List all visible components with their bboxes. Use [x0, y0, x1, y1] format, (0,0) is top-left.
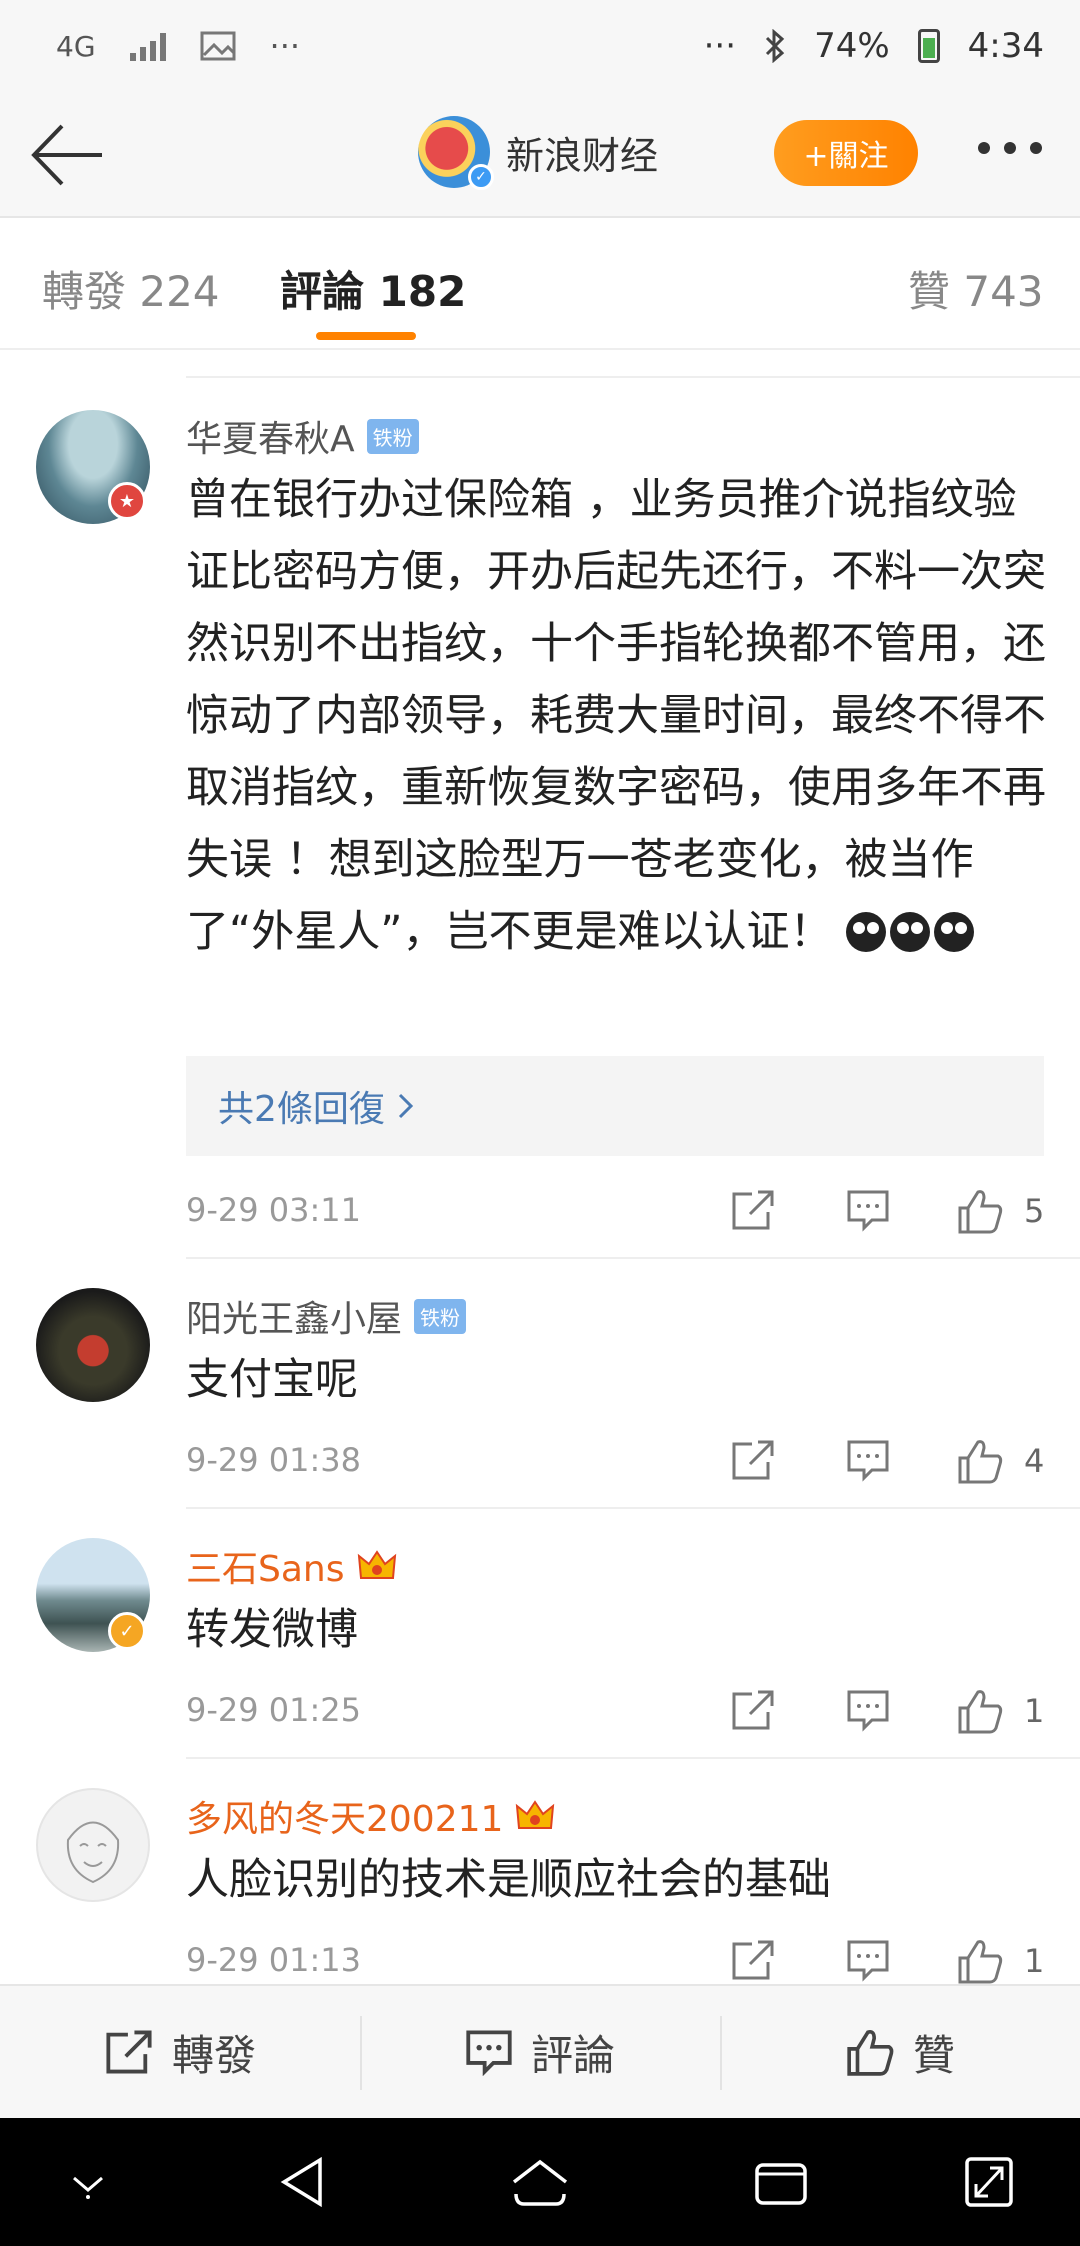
signal-icon: [129, 31, 166, 61]
like-count: 1: [1024, 1692, 1045, 1730]
comment-text: 人脸识别的技术是顺应社会的基础: [186, 1855, 831, 1905]
status-bar: 4G ··· ··· 74% 4:34: [0, 0, 1080, 92]
verified-icon: ✓: [108, 1612, 146, 1650]
view-replies-button[interactable]: 共2條回復: [186, 1056, 1044, 1156]
top-nav-bar: ✓ 新浪财经 +關注: [0, 92, 1080, 218]
comment-text-body: 曾在银行办过保险箱 ，业务员推介说指纹验证比密码方便，开办后起先还行，不料一次突…: [186, 475, 1046, 957]
commenter-name-text[interactable]: 三石Sans: [186, 1540, 345, 1592]
comment-time: 9-29 03:11: [186, 1191, 362, 1229]
avatar[interactable]: [36, 1788, 150, 1902]
tab-reposts[interactable]: 轉發 224: [42, 258, 220, 319]
tab-bar: 轉發 224 評論 182 贊 743: [0, 218, 1080, 350]
back-triangle-icon[interactable]: [278, 2156, 326, 2208]
reply-icon[interactable]: [846, 1438, 890, 1482]
system-navigation-bar: [0, 2118, 1080, 2246]
comment-meta: 9-29 03:11 5: [186, 1180, 1044, 1240]
commenter-name[interactable]: 三石Sans: [186, 1540, 397, 1592]
comment-label: 評論: [530, 2030, 615, 2080]
battery-icon: [917, 29, 940, 63]
crying-emoji-icon: [846, 912, 887, 952]
commenter-name[interactable]: 华夏春秋A 铁粉: [186, 410, 419, 462]
follow-label: +關注: [803, 139, 889, 174]
comment-meta: 9-29 01:25 1: [186, 1680, 1044, 1740]
tab-likes[interactable]: 贊 743: [908, 258, 1044, 319]
commenter-name-text[interactable]: 华夏春秋A: [186, 410, 355, 462]
member-badge-icon: ★: [108, 482, 146, 520]
like-icon[interactable]: [956, 1188, 1004, 1234]
divider: [186, 1507, 1080, 1509]
bluetooth-icon: [766, 29, 785, 63]
chevron-down-icon[interactable]: [66, 2170, 110, 2200]
like-icon[interactable]: [956, 1938, 1004, 1984]
account-avatar[interactable]: ✓: [418, 116, 494, 190]
divider: [186, 1257, 1080, 1259]
commenter-name[interactable]: 多风的冬天200211: [186, 1790, 555, 1842]
comment-time: 9-29 01:13: [186, 1941, 362, 1979]
back-arrow-icon[interactable]: [28, 122, 108, 188]
crown-icon: [516, 1800, 555, 1829]
comment-text: 曾在银行办过保险箱 ，业务员推介说指纹验证比密码方便，开办后起先还行，不料一次突…: [186, 464, 1056, 968]
verified-icon: ✓: [468, 164, 494, 190]
replies-label: 共2條回復: [218, 1089, 385, 1130]
status-more-right: ···: [703, 26, 737, 66]
commenter-name-text[interactable]: 多风的冬天200211: [186, 1790, 503, 1842]
share-icon[interactable]: [730, 1938, 776, 1982]
image-icon: [200, 31, 236, 61]
like-count: 1: [1024, 1942, 1045, 1980]
fan-badge: 铁粉: [414, 1298, 467, 1334]
crying-emoji-icon: [890, 912, 931, 952]
expand-icon[interactable]: [964, 2156, 1014, 2208]
comment-button[interactable]: 評論: [360, 1986, 720, 2118]
comment-meta: 9-29 01:38 4: [186, 1430, 1044, 1490]
like-label: 贊: [912, 2030, 955, 2080]
comment-time: 9-29 01:25: [186, 1691, 362, 1729]
status-more-left: ···: [269, 27, 301, 65]
crown-icon: [357, 1550, 396, 1579]
chevron-right-icon: [398, 1093, 414, 1119]
commenter-name[interactable]: 阳光王鑫小屋 铁粉: [186, 1290, 467, 1342]
account-header[interactable]: ✓ 新浪财经: [418, 116, 658, 190]
divider: [186, 376, 1080, 378]
like-icon[interactable]: [956, 1438, 1004, 1484]
reply-icon[interactable]: [846, 1938, 890, 1982]
fan-badge: 铁粉: [366, 418, 419, 454]
follow-button[interactable]: +關注: [774, 120, 918, 186]
reply-icon[interactable]: [846, 1188, 890, 1232]
active-tab-indicator: [316, 332, 416, 340]
repost-button[interactable]: 轉發: [0, 1986, 360, 2118]
tab-comments[interactable]: 評論 182: [280, 258, 466, 319]
share-icon[interactable]: [730, 1688, 776, 1732]
repost-label: 轉發: [171, 2030, 256, 2080]
like-count: 4: [1024, 1442, 1045, 1480]
share-icon[interactable]: [730, 1438, 776, 1482]
commenter-name-text[interactable]: 阳光王鑫小屋: [186, 1290, 402, 1342]
battery-percent: 74%: [814, 26, 890, 66]
thumbs-up-icon: [847, 2029, 894, 2076]
share-icon[interactable]: [730, 1188, 776, 1232]
network-indicator: 4G: [56, 29, 96, 63]
repost-icon: [106, 2030, 152, 2074]
avatar[interactable]: [36, 1288, 150, 1402]
comment-meta: 9-29 01:13 1: [186, 1930, 1044, 1990]
sketch-face-icon: [66, 1821, 120, 1884]
like-count: 5: [1024, 1192, 1045, 1230]
comment-icon: [466, 2030, 512, 2076]
account-name[interactable]: 新浪财经: [506, 125, 658, 180]
comment-text: 转发微博: [186, 1605, 358, 1655]
reply-icon[interactable]: [846, 1688, 890, 1732]
like-icon[interactable]: [956, 1688, 1004, 1734]
like-button[interactable]: 贊: [720, 1986, 1080, 2118]
home-icon[interactable]: [510, 2158, 570, 2208]
clock: 4:34: [967, 26, 1044, 66]
more-options-icon[interactable]: [978, 142, 1042, 154]
divider: [186, 1757, 1080, 1759]
crying-emoji-icon: [934, 912, 975, 952]
comment-text: 支付宝呢: [186, 1355, 358, 1405]
bottom-action-bar: 轉發 評論 贊: [0, 1984, 1080, 2118]
recent-apps-icon[interactable]: [754, 2162, 808, 2206]
comment-time: 9-29 01:38: [186, 1441, 362, 1479]
